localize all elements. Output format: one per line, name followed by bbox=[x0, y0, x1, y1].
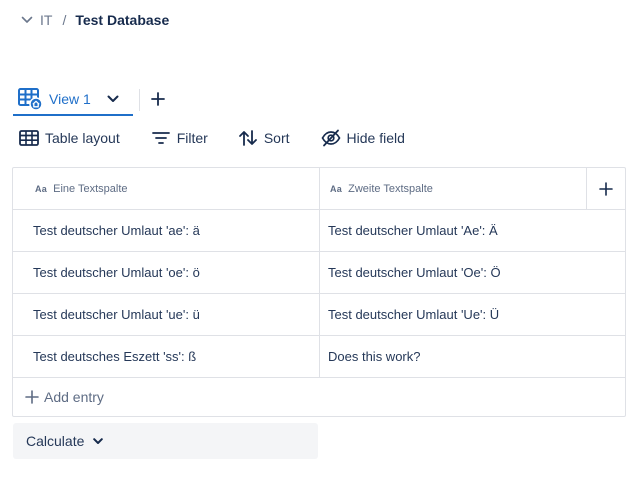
calculate-label: Calculate bbox=[26, 433, 85, 449]
table-layout-label: Table layout bbox=[45, 130, 120, 146]
calculate-button[interactable]: Calculate bbox=[13, 423, 318, 459]
table-layout-button[interactable]: Table layout bbox=[18, 126, 120, 150]
column-header[interactable]: Aa Zweite Textspalte bbox=[320, 168, 587, 209]
add-column-cell bbox=[587, 168, 625, 209]
breadcrumb-parent-link[interactable]: IT bbox=[40, 12, 52, 28]
table-row[interactable]: Test deutsches Eszett 'ss': ß Does this … bbox=[13, 336, 625, 378]
chevron-down-icon[interactable] bbox=[105, 91, 121, 107]
table-cell[interactable]: Test deutscher Umlaut 'ae': ä bbox=[13, 210, 320, 251]
chevron-down-icon bbox=[92, 435, 104, 447]
sort-arrows-icon bbox=[237, 128, 259, 148]
table-cell[interactable]: Does this work? bbox=[320, 336, 587, 377]
tab-view-1[interactable]: View 1 bbox=[13, 84, 133, 116]
add-entry-label: Add entry bbox=[44, 389, 104, 405]
table-row[interactable]: Test deutscher Umlaut 'ue': ü Test deuts… bbox=[13, 294, 625, 336]
plus-icon bbox=[599, 181, 613, 196]
views-divider bbox=[139, 89, 140, 111]
filter-icon bbox=[150, 128, 172, 148]
database-table: Aa Eine Textspalte Aa Zweite Textspalte … bbox=[12, 167, 626, 417]
eye-off-icon bbox=[320, 128, 342, 148]
table-cell[interactable]: Test deutscher Umlaut 'Ue': Ü bbox=[320, 294, 587, 335]
table-cell[interactable]: Test deutsches Eszett 'ss': ß bbox=[13, 336, 320, 377]
add-column-button[interactable] bbox=[587, 168, 625, 209]
views-bar: View 1 bbox=[13, 84, 313, 118]
view-tab-label: View 1 bbox=[49, 91, 91, 107]
text-type-icon: Aa bbox=[330, 183, 343, 194]
table-cell[interactable]: Test deutscher Umlaut 'oe': ö bbox=[13, 252, 320, 293]
view-toolbar: Table layout Filter Sort Hide field bbox=[18, 126, 405, 150]
column-header[interactable]: Aa Eine Textspalte bbox=[13, 168, 320, 209]
column-header-label: Zweite Textspalte bbox=[348, 182, 433, 195]
table-grid-icon bbox=[18, 128, 40, 148]
text-type-icon: Aa bbox=[35, 183, 48, 194]
chevron-down-icon[interactable] bbox=[18, 11, 36, 29]
plus-icon bbox=[151, 92, 165, 106]
add-view-button[interactable] bbox=[149, 87, 167, 111]
table-cell[interactable]: Test deutscher Umlaut 'Ae': Ä bbox=[320, 210, 587, 251]
page-title: Test Database bbox=[75, 12, 170, 28]
sort-button[interactable]: Sort bbox=[237, 126, 290, 150]
plus-icon bbox=[24, 389, 40, 405]
hide-field-button[interactable]: Hide field bbox=[320, 126, 405, 150]
breadcrumb: IT / Test Database bbox=[18, 10, 169, 30]
add-entry-button[interactable]: Add entry bbox=[13, 378, 625, 416]
breadcrumb-separator: / bbox=[62, 12, 67, 28]
sort-label: Sort bbox=[263, 130, 290, 146]
hide-field-label: Hide field bbox=[346, 130, 405, 146]
table-cell[interactable]: Test deutscher Umlaut 'ue': ü bbox=[13, 294, 320, 335]
filter-button[interactable]: Filter bbox=[150, 126, 208, 150]
table-view-icon bbox=[18, 87, 44, 111]
table-cell[interactable]: Test deutscher Umlaut 'Oe': Ö bbox=[320, 252, 587, 293]
table-header-row: Aa Eine Textspalte Aa Zweite Textspalte bbox=[13, 168, 625, 210]
table-row[interactable]: Test deutscher Umlaut 'oe': ö Test deuts… bbox=[13, 252, 625, 294]
column-header-label: Eine Textspalte bbox=[53, 182, 128, 195]
filter-label: Filter bbox=[176, 130, 208, 146]
table-row[interactable]: Test deutscher Umlaut 'ae': ä Test deuts… bbox=[13, 210, 625, 252]
